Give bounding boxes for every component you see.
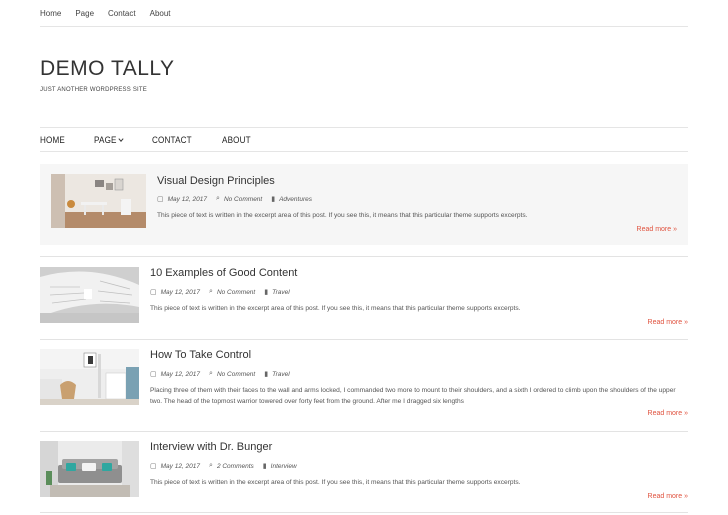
main-nav-home[interactable]: HOME <box>40 135 65 145</box>
main-nav: HOME PAGE CONTACT ABOUT <box>40 127 688 152</box>
post-date-text: May 12, 2017 <box>160 370 201 378</box>
main-nav-page-label: PAGE <box>93 134 117 145</box>
post-date: ▢ May 12, 2017 <box>150 462 201 471</box>
post-category[interactable]: ▮ Adventures <box>271 195 312 204</box>
post-excerpt: This piece of text is written in the exc… <box>150 479 521 486</box>
folder-icon: ▮ <box>264 371 269 378</box>
post-date-text: May 12, 2017 <box>167 195 208 203</box>
post-thumbnail[interactable] <box>40 349 139 405</box>
calendar-icon: ▢ <box>157 196 164 203</box>
top-nav-contact[interactable]: Contact <box>108 9 136 18</box>
post-meta: ▢ May 12, 2017 ⌕ 2 Comments ▮ Interview <box>150 462 306 470</box>
read-more-link[interactable]: Read more » <box>648 410 688 417</box>
post-meta: ▢ May 12, 2017 ⌕ No Comment ▮ Travel <box>150 370 299 378</box>
post-date: ▢ May 12, 2017 <box>150 370 201 379</box>
comments-icon: ⌕ <box>209 370 213 377</box>
post-card: How To Take Control ▢ May 12, 2017 ⌕ No Co… <box>40 349 688 421</box>
post-category[interactable]: ▮ Travel <box>264 370 290 379</box>
chevron-down-icon <box>118 135 124 142</box>
site-title[interactable]: DEMO TALLY <box>40 57 175 81</box>
post-title[interactable]: Visual Design Principles <box>157 175 275 187</box>
post-category-text: Travel <box>272 288 290 296</box>
read-more-link[interactable]: Read more » <box>637 226 677 233</box>
post-category[interactable]: ▮ Travel <box>264 288 290 297</box>
post-excerpt: This piece of text is written in the exc… <box>150 305 521 312</box>
main-nav-home-label: HOME <box>40 134 66 145</box>
folder-icon: ▮ <box>262 463 267 470</box>
post-card: Interview with Dr. Bunger ▢ May 12, 2017 … <box>40 441 688 505</box>
post-excerpt: Placing three of them with their faces t… <box>150 387 676 405</box>
post-date-text: May 12, 2017 <box>160 288 201 296</box>
post-comments[interactable]: ⌕ No Comment <box>209 370 255 378</box>
top-nav-page[interactable]: Page <box>75 9 94 18</box>
post-category-text: Interview <box>270 462 297 470</box>
post-comments[interactable]: ⌕ No Comment <box>209 288 255 296</box>
post-thumbnail[interactable] <box>40 267 139 323</box>
post-comments[interactable]: ⌕ No Comment <box>216 195 262 203</box>
post-thumbnail[interactable] <box>51 174 146 228</box>
post-comments-text: No Comment <box>216 288 256 296</box>
post-date-text: May 12, 2017 <box>160 462 201 470</box>
divider <box>40 431 688 432</box>
post-category[interactable]: ▮ Interview <box>262 462 297 471</box>
top-nav: Home Page Contact About <box>40 0 688 27</box>
post-title[interactable]: Interview with Dr. Bunger <box>150 441 272 453</box>
folder-icon: ▮ <box>264 289 269 296</box>
post-excerpt: This piece of text is written in the exc… <box>157 212 528 219</box>
calendar-icon: ▢ <box>150 289 157 296</box>
main-nav-about-label: ABOUT <box>222 134 252 145</box>
calendar-icon: ▢ <box>150 371 157 378</box>
post-title[interactable]: 10 Examples of Good Content <box>150 267 297 279</box>
post-thumbnail[interactable] <box>40 441 139 497</box>
post-meta: ▢ May 12, 2017 ⌕ No Comment ▮ Travel <box>150 288 299 296</box>
comments-icon: ⌕ <box>216 195 220 202</box>
post-comments-text: No Comment <box>216 370 256 378</box>
post-title[interactable]: How To Take Control <box>150 349 251 361</box>
post-comments-text: No Comment <box>223 195 263 203</box>
divider <box>40 339 688 340</box>
post-card: 10 Examples of Good Content ▢ May 12, 201… <box>40 267 688 329</box>
main-nav-contact-label: CONTACT <box>151 134 192 145</box>
post-comments-text: 2 Comments <box>216 462 254 470</box>
top-nav-about[interactable]: About <box>150 9 171 18</box>
comments-icon: ⌕ <box>209 288 213 295</box>
folder-icon: ▮ <box>271 196 276 203</box>
site-description: JUST ANOTHER WORDPRESS SITE <box>40 87 147 93</box>
post-date: ▢ May 12, 2017 <box>157 195 208 204</box>
post-meta: ▢ May 12, 2017 ⌕ No Comment ▮ Adventures <box>157 195 321 203</box>
main-nav-contact[interactable]: CONTACT <box>152 135 192 145</box>
post-category-text: Travel <box>272 370 290 378</box>
read-more-link[interactable]: Read more » <box>648 319 688 326</box>
top-nav-home[interactable]: Home <box>40 9 61 18</box>
main-nav-page[interactable]: PAGE <box>93 134 124 145</box>
divider <box>40 512 688 513</box>
post-card: Visual Design Principles ▢ May 12, 2017 ⌕… <box>40 164 688 245</box>
main-nav-about[interactable]: ABOUT <box>222 135 251 145</box>
post-comments[interactable]: ⌕ 2 Comments <box>209 462 254 470</box>
post-category-text: Adventures <box>279 195 312 203</box>
read-more-link[interactable]: Read more » <box>648 493 688 500</box>
calendar-icon: ▢ <box>150 463 157 470</box>
post-date: ▢ May 12, 2017 <box>150 288 201 297</box>
comments-icon: ⌕ <box>209 462 213 469</box>
divider <box>40 256 688 257</box>
